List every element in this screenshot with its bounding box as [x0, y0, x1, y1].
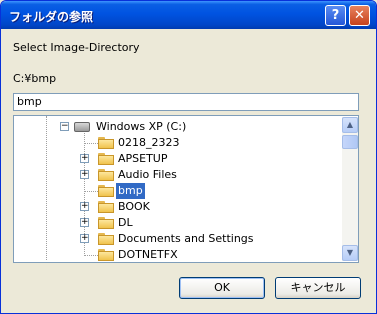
expand-icon[interactable]: + — [80, 234, 89, 243]
folder-open-icon — [98, 185, 114, 197]
tree-item-label: DL — [118, 216, 133, 229]
tree-item-apsetup[interactable]: + APSETUP — [80, 151, 340, 167]
current-path-label: C:¥bmp — [13, 72, 57, 85]
folder-browse-dialog: フォルダの参照 ? ✕ Select Image-Directory C:¥bm… — [0, 0, 377, 314]
tree-connector — [84, 255, 98, 256]
expand-icon[interactable]: + — [80, 202, 89, 211]
scroll-up-button[interactable]: ▲ — [342, 117, 358, 133]
folder-tree[interactable]: − Windows XP (C:) 0218_2323 + APSETUP + … — [13, 115, 359, 263]
title-bar[interactable]: フォルダの参照 ? ✕ — [1, 1, 376, 29]
folder-name-input[interactable]: bmp — [13, 93, 359, 111]
tree-item-dotnetfx[interactable]: DOTNETFX — [80, 247, 340, 262]
scroll-down-button[interactable]: ▼ — [342, 245, 358, 261]
tree-item-book[interactable]: + BOOK — [80, 199, 340, 215]
tree-connector — [84, 143, 98, 144]
tree-guide-line — [46, 116, 47, 260]
tree-item-windows-xp-drive[interactable]: − Windows XP (C:) — [60, 119, 340, 135]
folder-icon — [98, 169, 114, 181]
window-title: フォルダの参照 — [9, 10, 94, 24]
ok-button[interactable]: OK — [179, 277, 265, 299]
folder-icon — [98, 137, 114, 149]
close-button[interactable]: ✕ — [349, 5, 370, 26]
tree-item-label: Windows XP (C:) — [96, 120, 187, 133]
tree-item-0218-2323[interactable]: 0218_2323 — [80, 135, 340, 151]
prompt-label: Select Image-Directory — [13, 41, 140, 54]
scroll-thumb[interactable] — [342, 135, 358, 149]
tree-item-label: Documents and Settings — [118, 232, 254, 245]
expand-icon[interactable]: + — [80, 170, 89, 179]
tree-item-documents-and-settings[interactable]: + Documents and Settings — [80, 231, 340, 247]
tree-item-audio-files[interactable]: + Audio Files — [80, 167, 340, 183]
cancel-button[interactable]: キャンセル — [275, 277, 361, 299]
expand-icon[interactable]: + — [80, 218, 89, 227]
tree-item-label: BOOK — [118, 200, 150, 213]
vertical-scrollbar[interactable]: ▲ ▼ — [342, 117, 358, 261]
tree-item-label: 0218_2323 — [118, 136, 180, 149]
folder-icon — [98, 249, 114, 261]
tree-item-label: DOTNETFX — [118, 248, 178, 261]
tree-item-label: Audio Files — [118, 168, 177, 181]
folder-icon — [98, 217, 114, 229]
folder-icon — [98, 153, 114, 165]
tree-item-dl[interactable]: + DL — [80, 215, 340, 231]
expand-icon[interactable]: + — [80, 154, 89, 163]
folder-icon — [98, 201, 114, 213]
help-button[interactable]: ? — [325, 5, 346, 26]
tree-connector — [84, 191, 98, 192]
tree-item-label: APSETUP — [118, 152, 168, 165]
tree-item-bmp[interactable]: bmp — [80, 183, 340, 199]
folder-icon — [98, 233, 114, 245]
tree-item-label-selected: bmp — [116, 183, 145, 199]
drive-icon — [74, 122, 90, 132]
collapse-icon[interactable]: − — [60, 122, 69, 131]
